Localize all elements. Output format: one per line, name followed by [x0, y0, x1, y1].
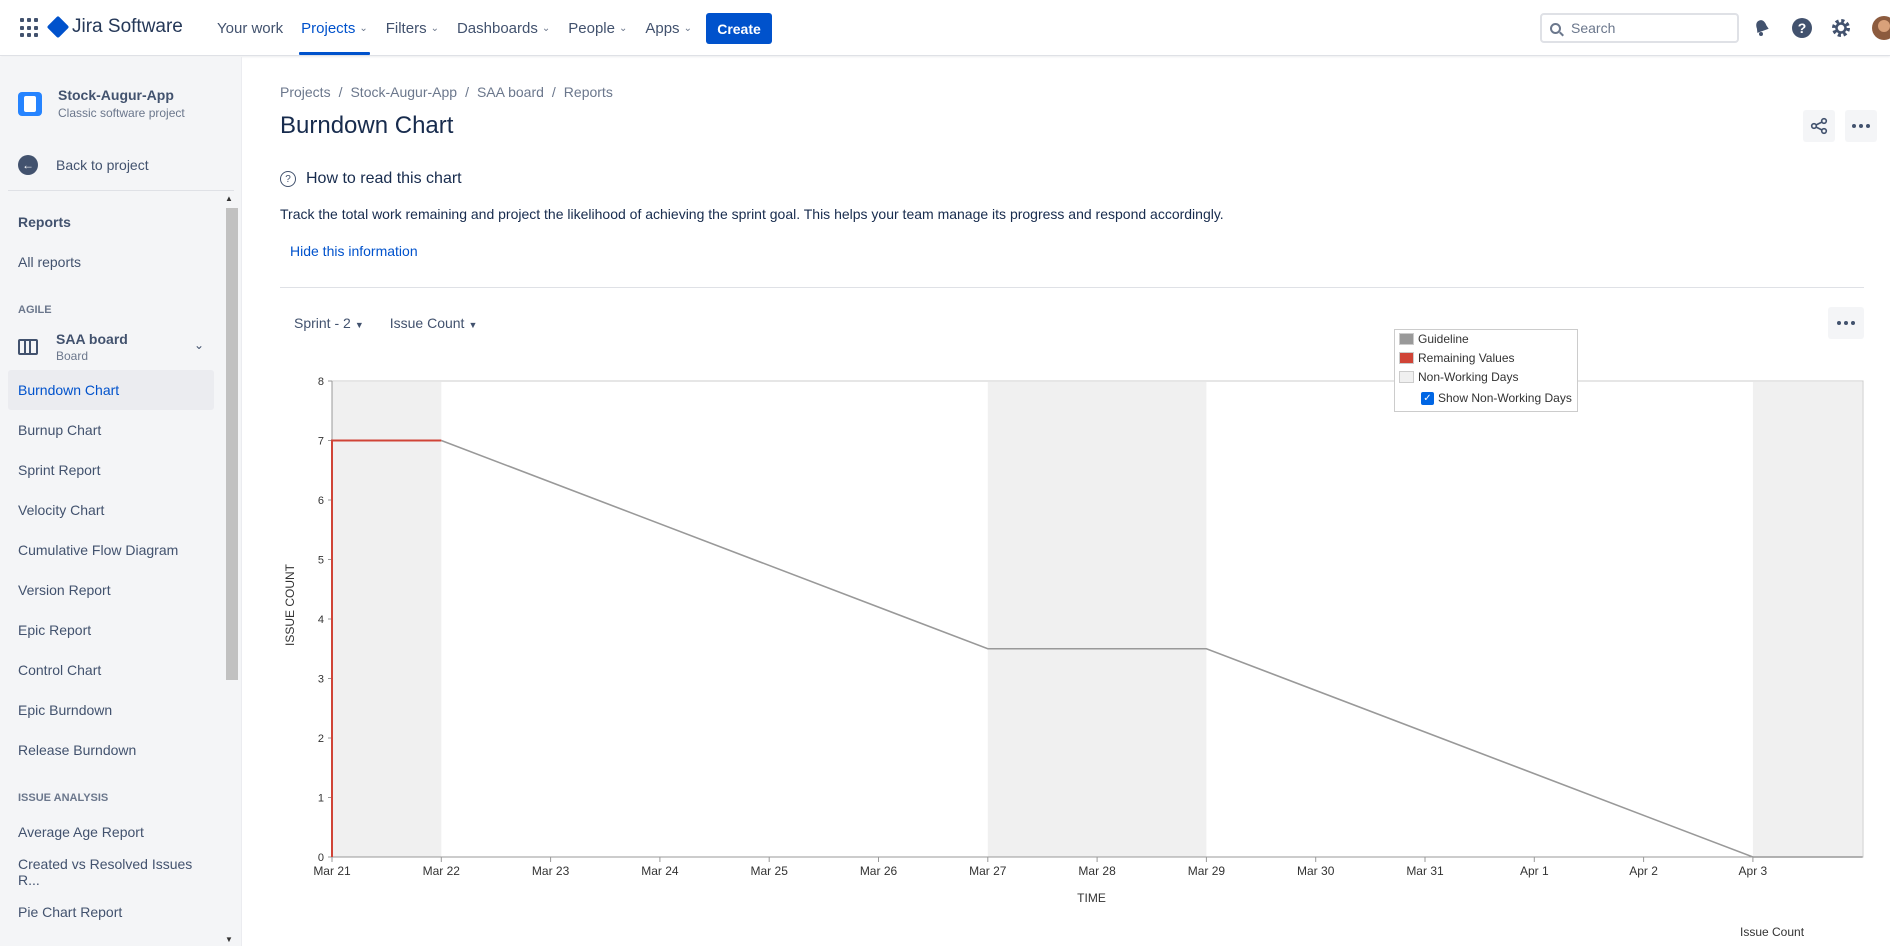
legend-nonworking-label: Non-Working Days: [1418, 370, 1519, 384]
y-tick-label: 1: [318, 793, 324, 805]
checkbox-checked-icon: ✓: [1421, 391, 1434, 405]
x-tick-label: Apr 2: [1629, 864, 1658, 878]
legend-remaining: Remaining Values: [1399, 351, 1515, 365]
non-working-band: [332, 382, 442, 857]
y-tick-label: 8: [318, 376, 324, 388]
x-tick-label: Apr 3: [1739, 864, 1768, 878]
x-tick-label: Apr 1: [1520, 864, 1549, 878]
legend-remaining-label: Remaining Values: [1418, 351, 1515, 365]
x-tick-label: Mar 23: [532, 864, 570, 878]
legend-swatch-guideline: [1399, 333, 1414, 345]
x-axis-label: TIME: [1077, 891, 1106, 905]
x-tick-label: Mar 26: [860, 864, 898, 878]
show-nonworking-label: Show Non-Working Days: [1438, 391, 1572, 405]
show-nonworking-checkbox[interactable]: ✓ Show Non-Working Days: [1421, 391, 1572, 405]
x-tick-label: Mar 24: [641, 864, 679, 878]
legend-guideline-label: Guideline: [1418, 332, 1469, 346]
y-tick-label: 6: [318, 495, 324, 507]
x-tick-label: Mar 30: [1297, 864, 1335, 878]
y-tick-label: 2: [318, 733, 324, 745]
burndown-chart: 0 1 2 3 4 5 6 7 8 Mar 21 Mar 22 Mar 23 Mar 24 Mar 25 M…: [283, 376, 1864, 905]
x-tick-label: Mar 31: [1406, 864, 1444, 878]
x-tick-label: Mar 27: [969, 864, 1007, 878]
y-tick-label: 5: [318, 555, 324, 567]
x-tick-label: Mar 28: [1078, 864, 1116, 878]
x-tick-label: Mar 25: [751, 864, 789, 878]
x-tick-label: Mar 21: [313, 864, 351, 878]
chart-legend: Guideline Remaining Values Non-Working D…: [1394, 329, 1578, 412]
legend-guideline: Guideline: [1399, 332, 1469, 346]
x-tick-label: Mar 29: [1188, 864, 1226, 878]
non-working-band: [987, 382, 1207, 857]
non-working-band: [1752, 382, 1863, 857]
y-tick-label: 7: [318, 436, 324, 448]
legend-nonworking: Non-Working Days: [1399, 370, 1518, 384]
legend-swatch-remaining: [1399, 352, 1414, 364]
y-tick-label: 4: [318, 614, 324, 626]
y-tick-label: 0: [318, 852, 324, 864]
legend-swatch-nonworking: [1399, 371, 1414, 383]
x-tick-label: Mar 22: [423, 864, 461, 878]
chart-footer-label: Issue Count: [1740, 925, 1805, 939]
y-axis-label: ISSUE COUNT: [283, 563, 297, 646]
y-tick-label: 3: [318, 674, 324, 686]
